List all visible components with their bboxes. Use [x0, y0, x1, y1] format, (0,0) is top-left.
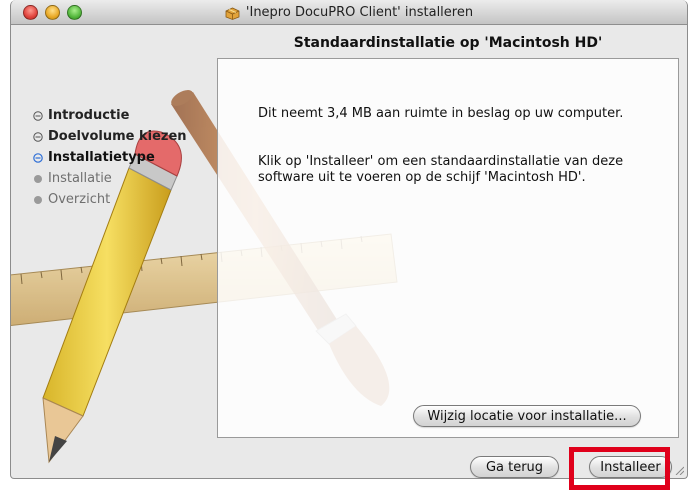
step-current-icon	[33, 152, 43, 163]
step-installation-type: Installatietype	[33, 147, 187, 168]
go-back-button[interactable]: Ga terug	[470, 456, 559, 478]
step-done-icon	[33, 110, 43, 121]
installer-window: 'Inepro DocuPRO Client' installeren Stan…	[10, 0, 688, 479]
page-heading: Standaardinstallatie op 'Macintosh HD'	[293, 35, 603, 51]
title-bar[interactable]: 'Inepro DocuPRO Client' installeren	[11, 0, 687, 25]
step-done-icon	[33, 131, 43, 142]
step-pending-icon	[34, 195, 42, 204]
step-pending-icon	[34, 174, 42, 183]
change-install-location-button[interactable]: Wijzig locatie voor installatie...	[413, 405, 641, 427]
step-label: Introductie	[48, 108, 130, 123]
step-label: Overzicht	[48, 192, 111, 207]
content-panel: Dit neemt 3,4 MB aan ruimte in beslag op…	[217, 58, 679, 438]
window-title: 'Inepro DocuPRO Client' installeren	[245, 5, 474, 20]
step-label: Installatie	[48, 171, 112, 186]
step-installation: Installatie	[33, 168, 187, 189]
installer-steps: Introductie Doelvolume kiezen Installati…	[33, 105, 187, 210]
step-summary: Overzicht	[33, 189, 187, 210]
package-icon	[225, 7, 240, 20]
step-label: Doelvolume kiezen	[48, 129, 187, 144]
install-instructions-text: Klik op 'Installeer' om een standaardins…	[258, 154, 624, 185]
step-introduction: Introductie	[33, 105, 187, 126]
step-label: Installatietype	[48, 150, 155, 165]
install-button-highlight	[569, 447, 670, 490]
step-destination: Doelvolume kiezen	[33, 126, 187, 147]
window-title-group: 'Inepro DocuPRO Client' installeren	[11, 0, 687, 25]
resize-grip-icon[interactable]	[674, 465, 684, 475]
disk-space-text: Dit neemt 3,4 MB aan ruimte in beslag op…	[258, 106, 624, 121]
